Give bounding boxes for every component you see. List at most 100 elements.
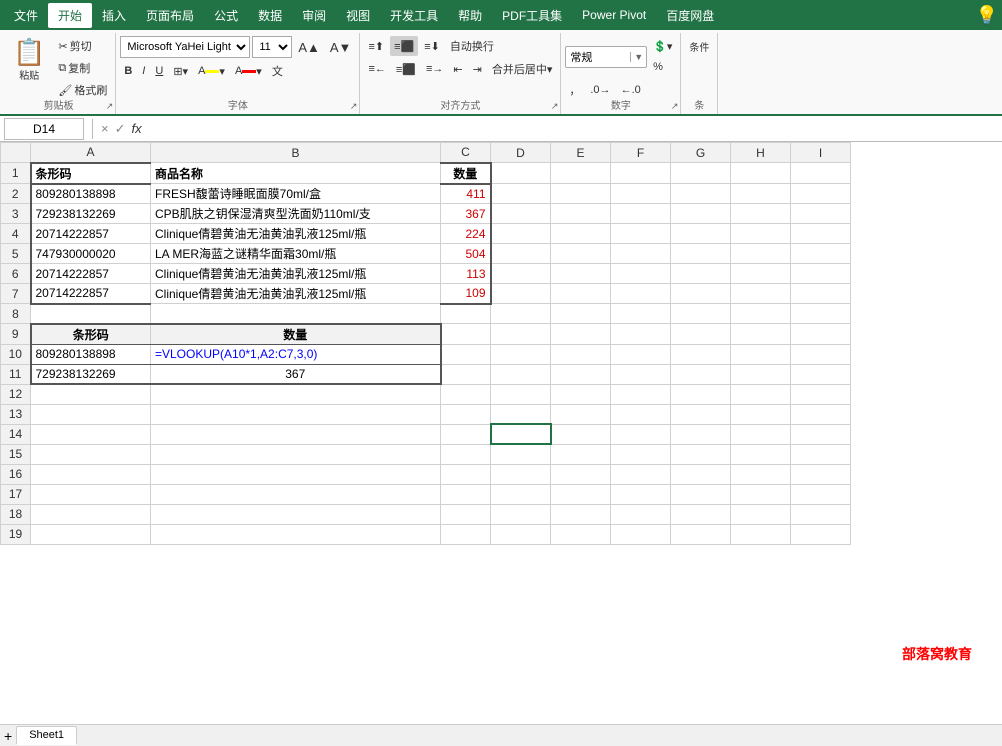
cell-5-F[interactable]: [611, 244, 671, 264]
menu-power-pivot[interactable]: Power Pivot: [572, 4, 656, 26]
row-header-3[interactable]: 3: [1, 204, 31, 224]
cell-10-G[interactable]: [671, 344, 731, 364]
cell-12-C[interactable]: [441, 384, 491, 404]
font-name-select[interactable]: Microsoft YaHei Light: [120, 36, 250, 58]
cell-18-D[interactable]: [491, 504, 551, 524]
cell-2-C[interactable]: 411: [441, 184, 491, 204]
cell-15-D[interactable]: [491, 444, 551, 464]
cell-2-A[interactable]: 809280138898: [31, 184, 151, 204]
cell-4-H[interactable]: [731, 224, 791, 244]
cell-8-B[interactable]: [151, 304, 441, 324]
row-header-17[interactable]: 17: [1, 484, 31, 504]
row-header-2[interactable]: 2: [1, 184, 31, 204]
cell-3-B[interactable]: CPB肌肤之钥保湿清爽型洗面奶110ml/支: [151, 204, 441, 224]
menu-pdf[interactable]: PDF工具集: [492, 3, 572, 28]
cell-10-H[interactable]: [731, 344, 791, 364]
row-header-11[interactable]: 11: [1, 364, 31, 384]
cell-13-A[interactable]: [31, 404, 151, 424]
cell-4-I[interactable]: [791, 224, 851, 244]
cell-14-G[interactable]: [671, 424, 731, 444]
cell-3-G[interactable]: [671, 204, 731, 224]
cell-13-B[interactable]: [151, 404, 441, 424]
cell-4-G[interactable]: [671, 224, 731, 244]
row-header-14[interactable]: 14: [1, 424, 31, 444]
cell-1-F[interactable]: [611, 163, 671, 184]
cell-16-A[interactable]: [31, 464, 151, 484]
row-header-8[interactable]: 8: [1, 304, 31, 324]
cell-2-F[interactable]: [611, 184, 671, 204]
increase-font-button[interactable]: A▲: [294, 37, 324, 57]
cell-8-A[interactable]: [31, 304, 151, 324]
cell-11-C[interactable]: [441, 364, 491, 384]
menu-view[interactable]: 视图: [336, 3, 380, 28]
cell-10-C[interactable]: [441, 344, 491, 364]
menu-file[interactable]: 文件: [4, 3, 48, 28]
currency-button[interactable]: 💲▾: [649, 36, 676, 56]
cell-16-G[interactable]: [671, 464, 731, 484]
bold-button[interactable]: B: [120, 61, 136, 81]
cell-2-H[interactable]: [731, 184, 791, 204]
cell-16-D[interactable]: [491, 464, 551, 484]
formula-input[interactable]: [146, 118, 998, 140]
cell-1-A[interactable]: 条形码: [31, 163, 151, 184]
decrease-font-button[interactable]: A▼: [326, 37, 356, 57]
menu-formula[interactable]: 公式: [204, 3, 248, 28]
menu-help[interactable]: 帮助: [448, 3, 492, 28]
cell-6-A[interactable]: 20714222857: [31, 264, 151, 284]
cell-2-E[interactable]: [551, 184, 611, 204]
cell-14-C[interactable]: [441, 424, 491, 444]
cell-5-I[interactable]: [791, 244, 851, 264]
cell-19-C[interactable]: [441, 524, 491, 544]
cell-6-F[interactable]: [611, 264, 671, 284]
cell-5-D[interactable]: [491, 244, 551, 264]
cell-13-G[interactable]: [671, 404, 731, 424]
cell-6-D[interactable]: [491, 264, 551, 284]
cell-16-E[interactable]: [551, 464, 611, 484]
cell-16-F[interactable]: [611, 464, 671, 484]
row-header-7[interactable]: 7: [1, 284, 31, 304]
cell-9-C[interactable]: [441, 324, 491, 345]
align-left-button[interactable]: ≡←: [364, 59, 389, 79]
cell-18-E[interactable]: [551, 504, 611, 524]
cell-7-H[interactable]: [731, 284, 791, 304]
align-top-right-button[interactable]: ≡⬇: [420, 36, 444, 56]
cell-14-B[interactable]: [151, 424, 441, 444]
cell-9-A[interactable]: 条形码: [31, 324, 151, 345]
row-header-1[interactable]: 1: [1, 163, 31, 184]
cell-9-B[interactable]: 数量: [151, 324, 441, 345]
cell-6-G[interactable]: [671, 264, 731, 284]
col-header-G[interactable]: G: [671, 143, 731, 163]
cell-8-F[interactable]: [611, 304, 671, 324]
cell-14-A[interactable]: [31, 424, 151, 444]
col-header-B[interactable]: B: [151, 143, 441, 163]
italic-button[interactable]: I: [138, 61, 149, 81]
cell-15-F[interactable]: [611, 444, 671, 464]
cell-2-G[interactable]: [671, 184, 731, 204]
cell-2-B[interactable]: FRESH馥蕾诗睡眠面膜70ml/盒: [151, 184, 441, 204]
menu-page-layout[interactable]: 页面布局: [136, 3, 204, 28]
cell-15-H[interactable]: [731, 444, 791, 464]
cell-12-A[interactable]: [31, 384, 151, 404]
cell-3-E[interactable]: [551, 204, 611, 224]
cell-5-E[interactable]: [551, 244, 611, 264]
cell-15-G[interactable]: [671, 444, 731, 464]
cell-14-E[interactable]: [551, 424, 611, 444]
col-header-I[interactable]: I: [791, 143, 851, 163]
cell-8-D[interactable]: [491, 304, 551, 324]
col-header-F[interactable]: F: [611, 143, 671, 163]
cell-13-C[interactable]: [441, 404, 491, 424]
cell-4-A[interactable]: 20714222857: [31, 224, 151, 244]
cell-6-C[interactable]: 113: [441, 264, 491, 284]
cell-10-A[interactable]: 809280138898: [31, 344, 151, 364]
cell-19-B[interactable]: [151, 524, 441, 544]
function-icon[interactable]: fx: [132, 121, 142, 136]
menu-home[interactable]: 开始: [48, 3, 92, 28]
cell-12-F[interactable]: [611, 384, 671, 404]
cell-13-F[interactable]: [611, 404, 671, 424]
cell-11-G[interactable]: [671, 364, 731, 384]
cell-13-H[interactable]: [731, 404, 791, 424]
cut-button[interactable]: ✂ 剪切: [54, 36, 111, 56]
cell-17-A[interactable]: [31, 484, 151, 504]
cell-11-F[interactable]: [611, 364, 671, 384]
cell-17-G[interactable]: [671, 484, 731, 504]
